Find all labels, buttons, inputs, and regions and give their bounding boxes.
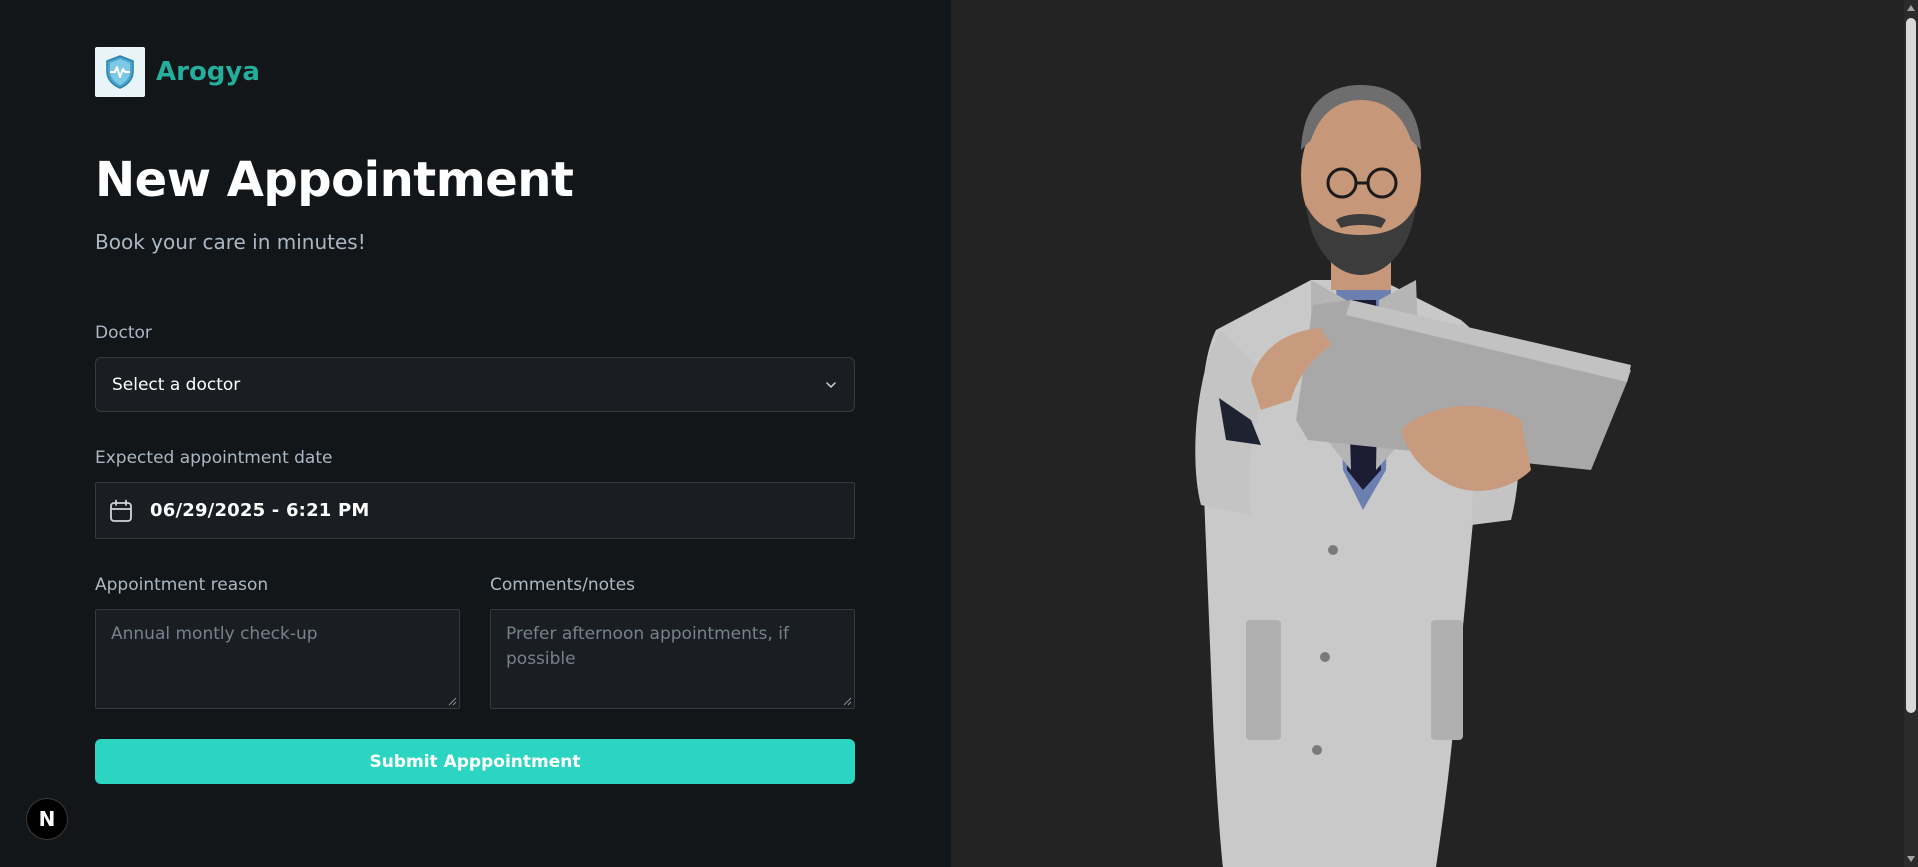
reason-placeholder: Annual montly check-up [111,624,318,644]
resize-handle-icon[interactable] [448,697,457,706]
chevron-down-icon [826,381,836,388]
resize-handle-icon[interactable] [843,697,852,706]
notes-placeholder: Prefer afternoon appointments, if possib… [506,624,789,669]
reason-label: Appointment reason [95,575,269,595]
page-subtitle: Book your care in minutes! [95,230,366,254]
notes-textarea[interactable]: Prefer afternoon appointments, if possib… [490,609,855,709]
reason-textarea[interactable]: Annual montly check-up [95,609,460,709]
scroll-down-arrow-icon[interactable] [1906,854,1916,864]
appointment-date-picker[interactable]: 06/29/2025 - 6:21 PM [95,482,855,539]
page: Arogya New Appointment Book your care in… [0,0,1918,867]
dev-tools-badge[interactable]: N [26,798,68,840]
doctor-label: Doctor [95,323,152,343]
brand-name: Arogya [156,57,260,87]
doctor-avatar-image [1195,85,1631,867]
illustration-panel [951,0,1918,867]
appointment-date-value: 06/29/2025 - 6:21 PM [150,500,370,521]
brand[interactable]: Arogya [95,47,260,97]
medical-shield-icon [95,47,145,97]
scrollbar[interactable] [1904,0,1918,867]
calendar-icon [110,499,132,522]
submit-appointment-button[interactable]: Submit Apppointment [95,739,855,784]
page-title: New Appointment [95,152,574,208]
doctor-select[interactable]: Select a doctor [95,357,855,412]
date-label: Expected appointment date [95,448,333,468]
notes-label: Comments/notes [490,575,636,595]
scroll-up-arrow-icon[interactable] [1906,3,1916,13]
form-panel: Arogya New Appointment Book your care in… [0,0,951,867]
scroll-thumb[interactable] [1906,18,1916,713]
doctor-select-value: Select a doctor [112,374,241,395]
